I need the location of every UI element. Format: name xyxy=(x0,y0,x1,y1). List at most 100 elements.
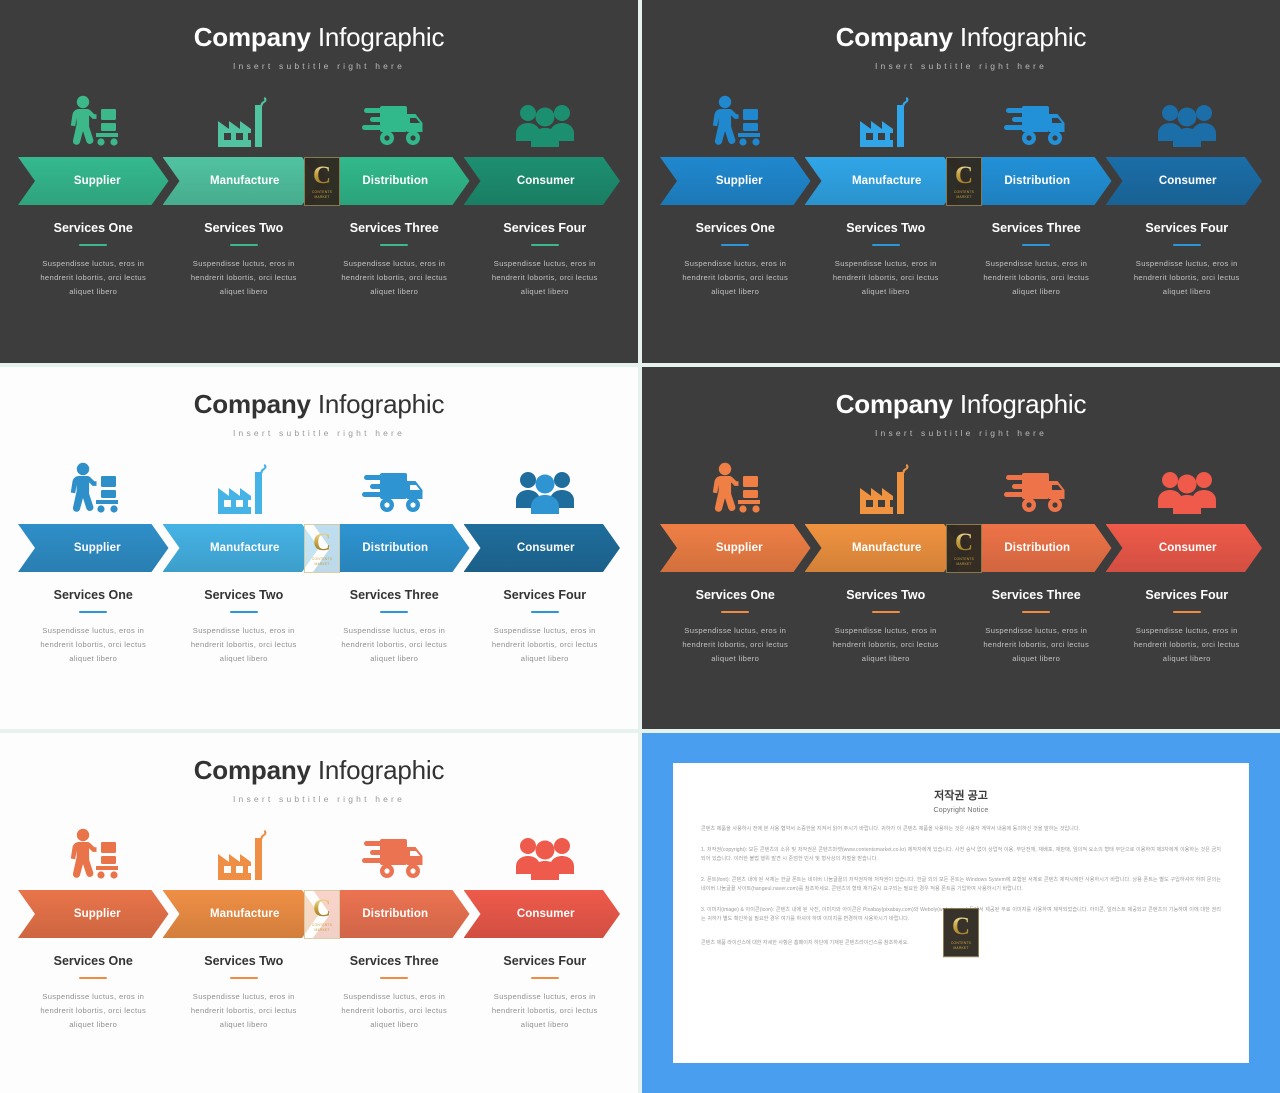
title-bold: Company xyxy=(193,389,311,419)
chevron-label: Supplier xyxy=(73,175,121,187)
service-item: Services Two Suspendisse luctus, eros in … xyxy=(169,221,320,299)
chevron-label: Distribution xyxy=(362,542,429,554)
chevron-step[interactable]: Consumer xyxy=(1106,157,1263,205)
service-rule xyxy=(79,611,108,613)
chevron-step[interactable]: Supplier xyxy=(18,890,169,938)
service-title: Services Two xyxy=(204,221,284,235)
service-item: Services Two Suspendisse luctus, eros in … xyxy=(811,588,962,666)
chevron-label: Manufacture xyxy=(852,175,922,187)
service-body: Suspendisse luctus, eros in hendrerit lo… xyxy=(341,626,448,663)
service-body: Suspendisse luctus, eros in hendrerit lo… xyxy=(40,626,147,663)
delivery-truck-icon xyxy=(319,87,470,147)
chevron-step[interactable]: Consumer xyxy=(1106,524,1263,572)
chevron-step[interactable]: Manufacture xyxy=(805,157,962,205)
title-light: Infographic xyxy=(310,755,445,785)
watermark-caption: CONTENTS MARKET xyxy=(950,941,972,950)
slide-header: Company Infographic Insert subtitle righ… xyxy=(0,733,638,804)
watermark-logo: C CONTENTS MARKET xyxy=(946,524,982,573)
factory-icon xyxy=(169,87,320,147)
page-subtitle: Insert subtitle right here xyxy=(874,428,1048,438)
slide-orange-dark: Company Infographic Insert subtitle righ… xyxy=(642,367,1280,729)
title-bold: Company xyxy=(193,22,311,52)
service-item: Services Four Suspendisse luctus, eros in… xyxy=(470,221,621,299)
service-title: Services One xyxy=(53,588,133,602)
service-rule xyxy=(1172,611,1201,613)
factory-icon xyxy=(811,454,962,514)
service-item: Services Three Suspendisse luctus, eros i… xyxy=(961,221,1112,299)
chevron-step[interactable]: Supplier xyxy=(18,157,169,205)
watermark-letter: C xyxy=(951,913,971,941)
service-body: Suspendisse luctus, eros in hendrerit lo… xyxy=(491,992,598,1029)
people-group-icon xyxy=(470,454,621,514)
page-title: Company Infographic xyxy=(0,755,638,785)
service-item: Services Two Suspendisse luctus, eros in … xyxy=(169,954,320,1032)
page-subtitle: Insert subtitle right here xyxy=(874,61,1048,71)
slide-copyright-notice: 저작권 공고 Copyright Notice 콘텐츠 제품을 사용하시 전에 … xyxy=(642,733,1280,1093)
icon-row xyxy=(642,87,1280,147)
chevron-label: Distribution xyxy=(1004,175,1071,187)
chevron-label: Manufacture xyxy=(210,908,280,920)
slide-blue-dark: Company Infographic Insert subtitle righ… xyxy=(642,0,1280,363)
chevron-label: Distribution xyxy=(1004,542,1071,554)
title-light: Infographic xyxy=(952,389,1087,419)
service-item: Services One Suspendisse luctus, eros in … xyxy=(18,221,169,299)
copyright-title-en: Copyright Notice xyxy=(933,807,989,814)
chevron-step[interactable]: Supplier xyxy=(18,524,169,572)
watermark-caption: CONTENTS MARKET xyxy=(953,190,975,199)
service-item: Services One Suspendisse luctus, eros in … xyxy=(18,954,169,1032)
icon-row xyxy=(0,454,638,514)
chevron-label: Manufacture xyxy=(210,542,280,554)
icon-row xyxy=(0,820,638,880)
watermark-logo: C CONTENTS MARKET xyxy=(304,157,340,206)
service-rule xyxy=(530,611,559,613)
chevron-step[interactable]: Consumer xyxy=(464,524,621,572)
chevron-step[interactable]: Manufacture xyxy=(163,524,320,572)
chevron-step[interactable]: Consumer xyxy=(464,157,621,205)
watermark-letter: C xyxy=(954,162,974,190)
service-rule xyxy=(380,611,409,613)
service-title: Services Four xyxy=(1145,221,1229,235)
service-body: Suspendisse luctus, eros in hendrerit lo… xyxy=(983,259,1090,296)
chevron-step[interactable]: Consumer xyxy=(464,890,621,938)
chevron-label: Supplier xyxy=(73,908,121,920)
service-body: Suspendisse luctus, eros in hendrerit lo… xyxy=(341,259,448,296)
slide-header: Company Infographic Insert subtitle righ… xyxy=(642,0,1280,71)
slide-grid: Company Infographic Insert subtitle righ… xyxy=(0,0,1280,1093)
chevron-step[interactable]: Supplier xyxy=(660,157,811,205)
slide-header: Company Infographic Insert subtitle righ… xyxy=(642,367,1280,438)
page-title: Company Infographic xyxy=(0,22,638,52)
chevron-step[interactable]: Supplier xyxy=(660,524,811,572)
service-body: Suspendisse luctus, eros in hendrerit lo… xyxy=(40,259,147,296)
page-subtitle: Insert subtitle right here xyxy=(232,428,406,438)
watermark-logo: C CONTENTS MARKET xyxy=(943,908,979,958)
service-title: Services Two xyxy=(204,954,284,968)
chevron-step[interactable]: Manufacture xyxy=(163,890,320,938)
copyright-intro: 콘텐츠 제품을 사용하시 전에 본 사용 협약서 소중한을 지켜서 읽어 주시기… xyxy=(701,826,1081,832)
service-body: Suspendisse luctus, eros in hendrerit lo… xyxy=(832,626,939,663)
watermark-letter: C xyxy=(312,162,332,190)
watermark-letter: C xyxy=(312,529,332,557)
service-rule xyxy=(871,244,900,246)
chevron-label: Distribution xyxy=(362,908,429,920)
chevron-step[interactable]: Manufacture xyxy=(163,157,320,205)
chevron-label: Supplier xyxy=(715,542,763,554)
service-title: Services One xyxy=(53,954,133,968)
service-title: Services Three xyxy=(349,588,439,602)
copyright-title-kr: 저작권 공고 xyxy=(934,790,988,802)
chevron-step[interactable]: Manufacture xyxy=(805,524,962,572)
chevron-label: Consumer xyxy=(516,542,575,554)
chevron-label: Consumer xyxy=(1158,542,1217,554)
service-title: Services Four xyxy=(503,954,587,968)
service-title: Services Four xyxy=(503,221,587,235)
factory-icon xyxy=(169,454,320,514)
worker-handtruck-icon xyxy=(660,87,811,147)
service-rule xyxy=(380,977,409,979)
service-body: Suspendisse luctus, eros in hendrerit lo… xyxy=(1133,626,1240,663)
factory-icon xyxy=(169,820,320,880)
service-body: Suspendisse luctus, eros in hendrerit lo… xyxy=(491,626,598,663)
service-item: Services Three Suspendisse luctus, eros i… xyxy=(319,954,470,1032)
people-group-icon xyxy=(1112,454,1263,514)
service-rule xyxy=(79,244,108,246)
service-rule xyxy=(1022,611,1051,613)
title-bold: Company xyxy=(835,22,953,52)
